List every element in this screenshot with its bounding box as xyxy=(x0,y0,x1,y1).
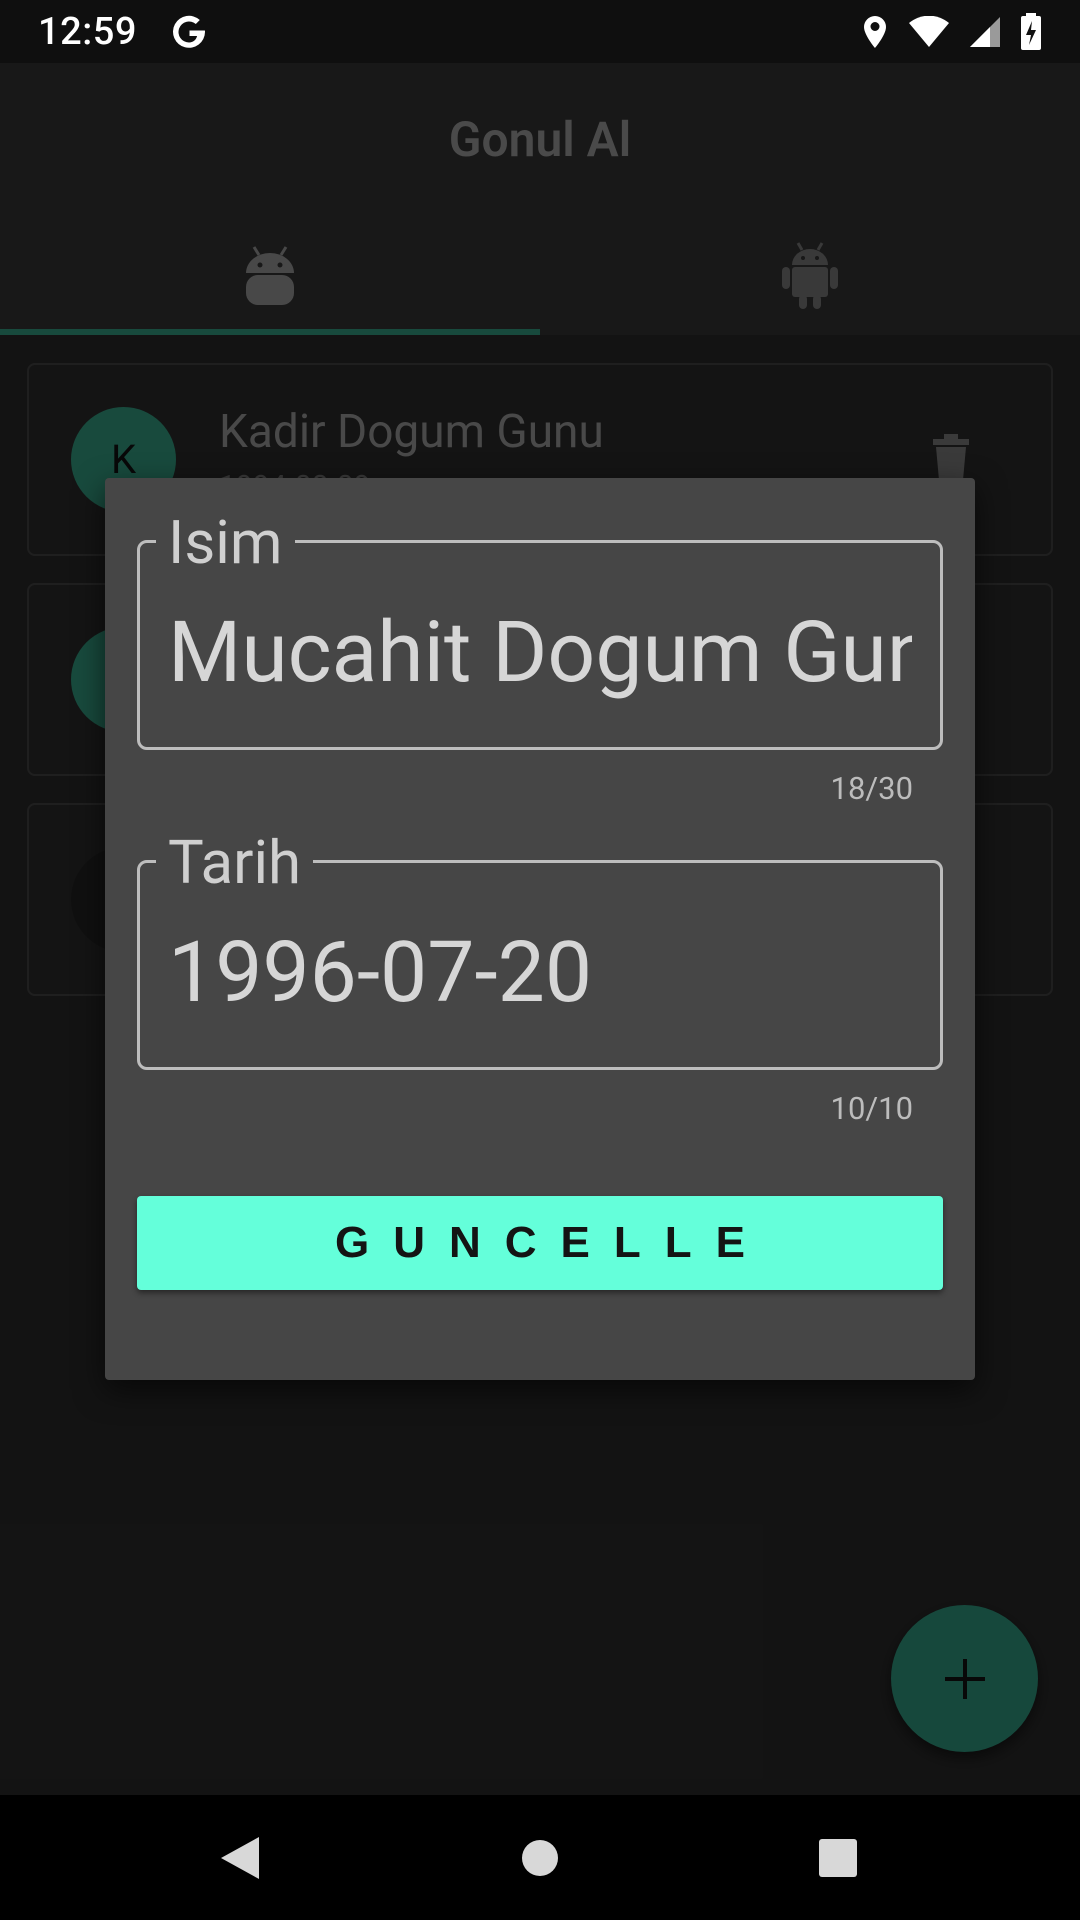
back-icon xyxy=(221,1836,259,1879)
update-button[interactable]: GUNCELLE xyxy=(137,1196,943,1290)
battery-charging-icon xyxy=(1021,12,1041,50)
wifi-icon xyxy=(909,15,949,47)
navigation-bar xyxy=(0,1795,1080,1920)
home-button[interactable] xyxy=(480,1795,600,1920)
status-time: 12:59 xyxy=(38,9,137,54)
date-char-counter: 10/10 xyxy=(830,1090,913,1127)
name-field[interactable]: Isim Mucahit Dogum Gunu xyxy=(137,513,943,750)
location-icon xyxy=(864,15,886,48)
date-field-label: Tarih xyxy=(156,833,314,893)
status-bar: 12:59 xyxy=(0,0,1080,63)
screen: 12:59 Gonul Al K Kadir Dogum Gunu Isim M… xyxy=(0,0,1080,1920)
home-icon xyxy=(522,1839,558,1876)
date-field-value[interactable]: 1996-07-20 xyxy=(168,923,912,1023)
name-field-label: Isim xyxy=(156,513,295,573)
name-field-value[interactable]: Mucahit Dogum Gunu xyxy=(168,603,912,703)
name-char-counter: 18/30 xyxy=(830,770,913,807)
recents-button[interactable] xyxy=(778,1795,898,1920)
back-button[interactable] xyxy=(180,1795,300,1920)
signal-icon xyxy=(970,16,1000,47)
status-icons xyxy=(860,12,1042,51)
google-icon xyxy=(172,15,205,48)
date-field[interactable]: Tarih 1996-07-20 xyxy=(137,833,943,1070)
recents-icon xyxy=(819,1838,857,1877)
edit-dialog: Isim Mucahit Dogum Gunu 18/30 Tarih 1996… xyxy=(105,478,975,1380)
